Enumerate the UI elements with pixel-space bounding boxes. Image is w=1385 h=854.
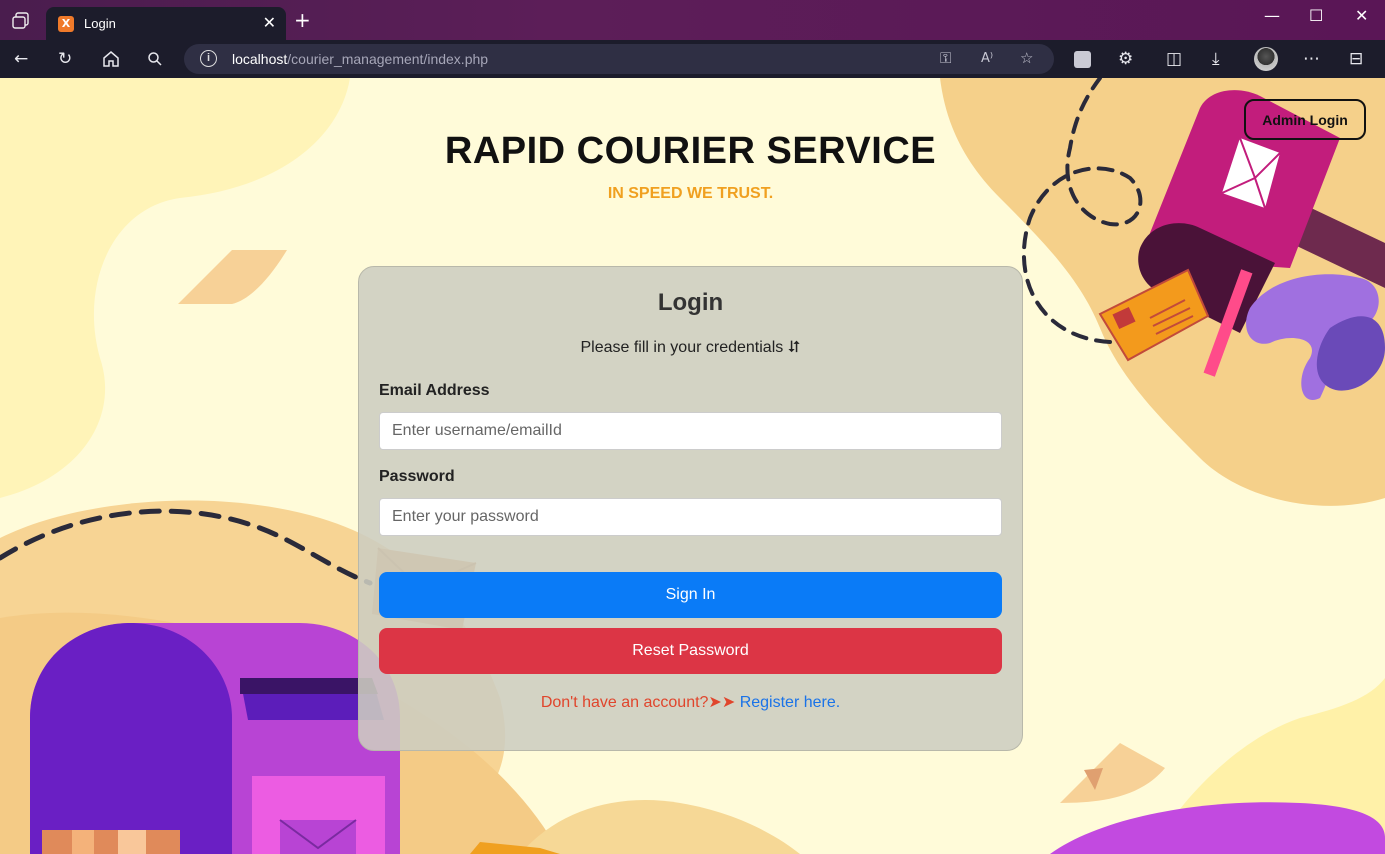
maximize-icon[interactable]: ☐ xyxy=(1309,6,1323,25)
email-label: Email Address xyxy=(379,382,490,399)
site-title: RAPID COURIER SERVICE xyxy=(444,130,937,172)
new-tab-icon[interactable]: + xyxy=(294,8,311,32)
login-card: Login Please fill in your credentials ⮃ … xyxy=(358,266,1023,751)
password-label: Password xyxy=(379,468,455,485)
key-icon[interactable]: ⚿ xyxy=(940,49,951,67)
more-options-icon[interactable]: ⋯ xyxy=(1303,49,1320,69)
close-tab-icon[interactable]: ✕ xyxy=(263,13,276,32)
password-input[interactable] xyxy=(379,498,1002,536)
sidebar-icon[interactable]: ⊟ xyxy=(1349,49,1363,69)
refresh-icon[interactable]: ↻ xyxy=(58,49,72,69)
tab-title: Login xyxy=(84,16,116,31)
tab-actions-icon[interactable] xyxy=(10,12,30,30)
reset-password-button[interactable]: Reset Password xyxy=(379,628,1002,674)
search-icon[interactable] xyxy=(147,51,163,67)
read-aloud-icon[interactable]: A⁾ xyxy=(981,51,993,66)
xampp-icon: X xyxy=(58,16,74,32)
sign-in-button[interactable]: Sign In xyxy=(379,572,1002,618)
address-bar[interactable]: i localhost/courier_management/index.php… xyxy=(184,44,1054,74)
site-info-icon[interactable]: i xyxy=(200,50,217,67)
browser-titlebar: X Login ✕ + — ☐ ✕ xyxy=(0,0,1385,40)
favorite-star-icon[interactable]: ☆ xyxy=(1020,49,1033,67)
split-screen-icon[interactable]: ◫ xyxy=(1166,49,1182,69)
profile-avatar[interactable] xyxy=(1254,47,1278,71)
site-tagline: IN SPEED WE TRUST. xyxy=(607,185,774,202)
downloads-icon[interactable]: ⤓ xyxy=(1212,49,1220,69)
back-icon[interactable]: ← xyxy=(14,49,28,69)
home-icon[interactable] xyxy=(102,50,120,68)
address-url[interactable]: localhost/courier_management/index.php xyxy=(232,51,488,67)
register-prompt-line: Don't have an account?➤➤ Register here. xyxy=(359,692,1022,712)
minimize-icon[interactable]: — xyxy=(1264,6,1280,25)
extensions-puzzle-icon[interactable]: ⚙ xyxy=(1118,49,1133,69)
window-close-icon[interactable]: ✕ xyxy=(1355,6,1368,25)
email-input[interactable] xyxy=(379,412,1002,450)
page-viewport: Admin Login RAPID COURIER SERVICE IN SPE… xyxy=(0,78,1385,854)
extension-icon[interactable] xyxy=(1074,51,1091,68)
login-title: Login xyxy=(657,289,724,316)
browser-tab-active[interactable]: X Login ✕ xyxy=(46,7,286,40)
register-link[interactable]: Register here. xyxy=(740,694,841,711)
browser-toolbar: ← ↻ i localhost/courier_management/index… xyxy=(0,40,1385,78)
register-prompt: Don't have an account?➤➤ xyxy=(540,694,740,711)
login-subtitle: Please fill in your credentials ⮃ xyxy=(580,339,801,356)
